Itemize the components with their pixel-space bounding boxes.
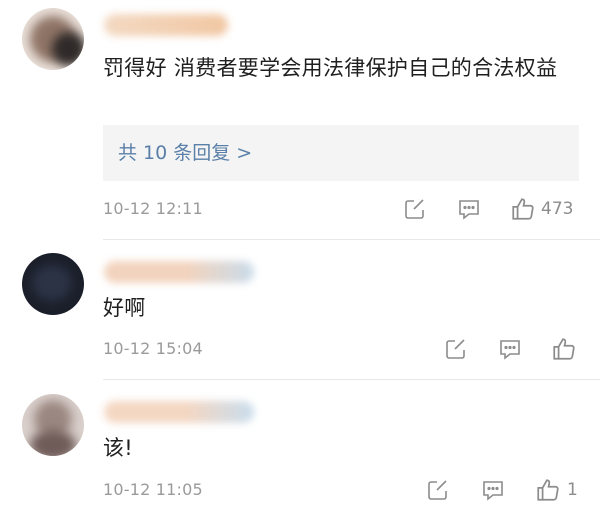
- avatar[interactable]: [22, 8, 84, 70]
- username[interactable]: [104, 401, 254, 423]
- avatar[interactable]: [22, 253, 84, 315]
- thumbs-up-icon: [553, 338, 575, 360]
- thumbs-up-icon: [512, 198, 534, 220]
- thumbs-up-icon: [537, 479, 559, 501]
- comment-item: 好啊 10-12 15:04: [0, 240, 600, 380]
- like-count: 1: [567, 480, 578, 500]
- username[interactable]: [104, 14, 228, 36]
- comment-icon[interactable]: [457, 197, 481, 221]
- edit-icon[interactable]: [444, 337, 468, 361]
- replies-link[interactable]: 共 10 条回复 >: [103, 125, 579, 181]
- comment-time: 10-12 11:05: [103, 480, 203, 499]
- comment-time: 10-12 12:11: [103, 199, 203, 218]
- comment-item: 罚得好 消费者要学会用法律保护自己的合法权益 共 10 条回复 > 10-12 …: [0, 0, 600, 240]
- comment-icon[interactable]: [481, 478, 505, 502]
- like-button[interactable]: 473: [510, 196, 573, 222]
- comment-time: 10-12 15:04: [103, 339, 203, 358]
- like-count: 473: [541, 199, 574, 219]
- comment-icon[interactable]: [498, 337, 522, 361]
- comment-text: 好啊: [103, 296, 146, 320]
- comment-item: 该! 10-12 11:05 1: [0, 380, 600, 514]
- username[interactable]: [104, 261, 254, 283]
- edit-icon[interactable]: [403, 197, 427, 221]
- comment-text: 罚得好 消费者要学会用法律保护自己的合法权益: [103, 56, 558, 80]
- avatar[interactable]: [22, 394, 84, 456]
- like-button[interactable]: 1: [535, 477, 578, 503]
- comment-text: 该!: [103, 436, 134, 460]
- like-button[interactable]: [551, 336, 577, 362]
- edit-icon[interactable]: [426, 478, 450, 502]
